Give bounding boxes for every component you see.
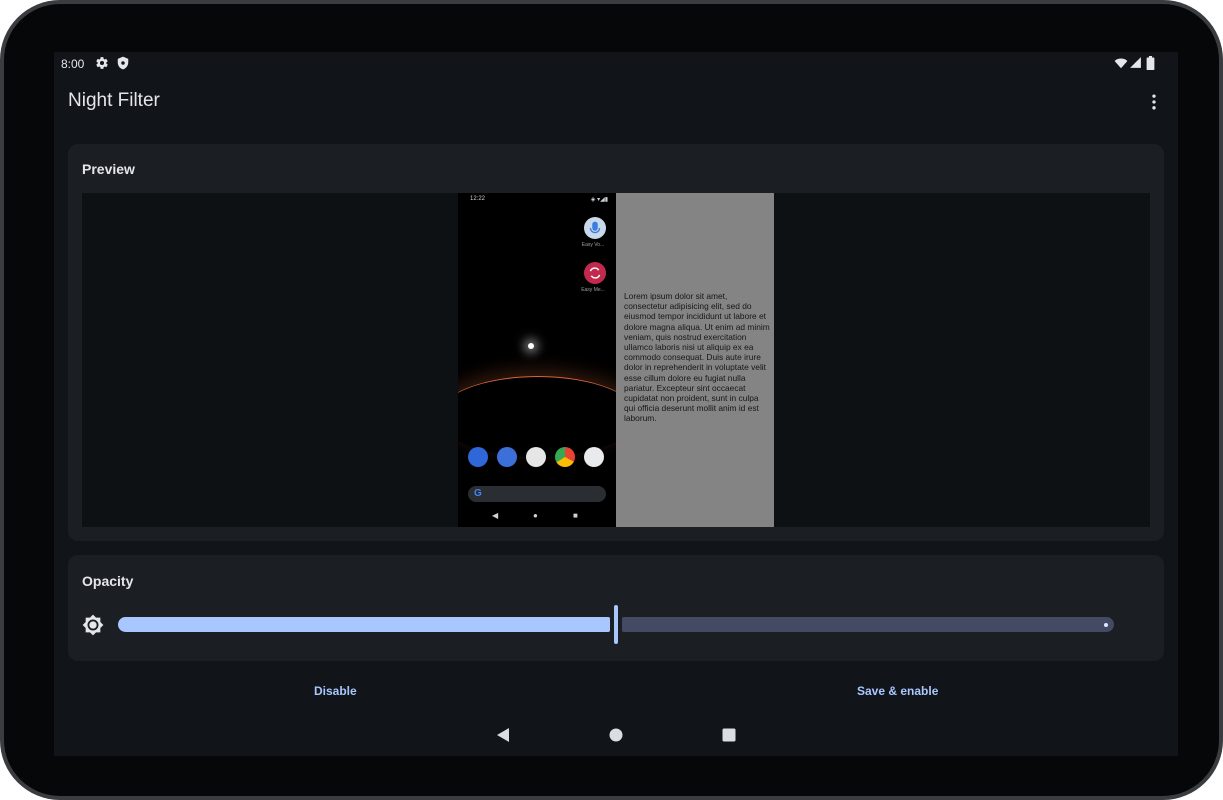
phone-icon (468, 447, 488, 467)
sample-text: Lorem ipsum dolor sit amet, consectetur … (624, 291, 770, 424)
moon-icon (1128, 615, 1148, 640)
opacity-title: Opacity (82, 573, 134, 589)
recents-icon[interactable] (722, 728, 736, 747)
app-title: Night Filter (68, 90, 160, 111)
more-vert-icon[interactable] (1144, 92, 1164, 112)
phone-back-icon: ◀ (492, 511, 499, 520)
slider-thumb[interactable] (614, 605, 618, 644)
status-time: 8:00 (61, 57, 85, 71)
mic-icon (584, 217, 606, 239)
widget-label-1: Easy Vo... (581, 242, 605, 248)
brightness-icon (82, 614, 104, 641)
camera-icon (584, 447, 604, 467)
phone-recents-icon: ■ (573, 511, 578, 520)
google-search-bar: G (468, 486, 606, 502)
tablet-frame: 8:00 Night Filter Preview 12:22 ◈ ▾◢▮ Ea… (0, 0, 1223, 800)
messages-icon (497, 447, 517, 467)
signal-icon (1129, 56, 1142, 72)
sync-icon (584, 262, 606, 284)
widget-label-2: Easy Me... (581, 287, 605, 293)
play-store-icon (526, 447, 546, 467)
home-icon[interactable] (609, 728, 623, 747)
wallpaper-planet-horizon (458, 376, 616, 457)
disable-button[interactable]: Disable (314, 684, 357, 698)
opacity-card: Opacity (68, 555, 1164, 661)
preview-area: 12:22 ◈ ▾◢▮ Easy Vo... Easy Me... G ◀ ● … (82, 193, 1150, 527)
back-icon[interactable] (496, 728, 510, 747)
tablet-bezel: 8:00 Night Filter Preview 12:22 ◈ ▾◢▮ Ea… (4, 4, 1219, 796)
phone-home-icon: ● (533, 511, 538, 520)
preview-card: Preview 12:22 ◈ ▾◢▮ Easy Vo... Easy Me..… (68, 144, 1164, 541)
save-enable-button[interactable]: Save & enable (857, 684, 938, 698)
status-bar: 8:00 (54, 52, 1178, 76)
slider-track-inactive (622, 617, 1114, 632)
chrome-icon (555, 447, 575, 467)
preview-title: Preview (82, 161, 135, 177)
phone-status-time: 12:22 (470, 196, 486, 202)
phone-screenshot-preview: 12:22 ◈ ▾◢▮ Easy Vo... Easy Me... G ◀ ● … (458, 193, 616, 527)
gear-icon (95, 56, 109, 73)
wifi-icon (1114, 56, 1128, 73)
filtered-text-preview: Lorem ipsum dolor sit amet, consectetur … (616, 193, 774, 527)
battery-icon (1146, 56, 1155, 73)
opacity-slider[interactable] (118, 595, 1114, 657)
wallpaper-star (528, 343, 534, 349)
shield-icon (116, 56, 130, 73)
phone-status-icons: ◈ ▾◢▮ (590, 197, 608, 203)
slider-track-active (118, 617, 610, 632)
screen: 8:00 Night Filter Preview 12:22 ◈ ▾◢▮ Ea… (54, 52, 1178, 756)
slider-end-dot (1104, 623, 1108, 627)
